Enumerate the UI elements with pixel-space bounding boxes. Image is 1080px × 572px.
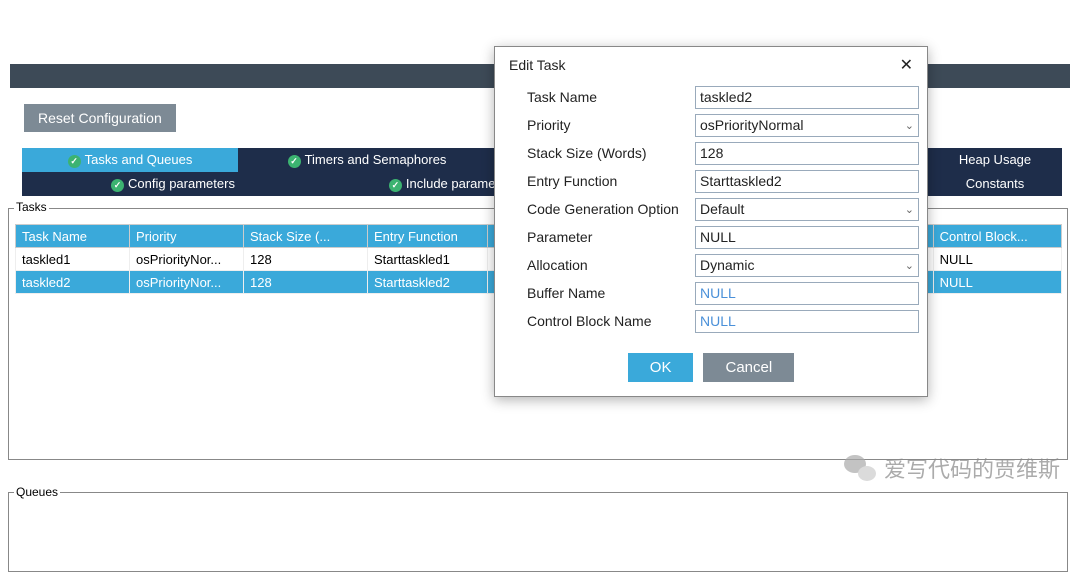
cancel-button[interactable]: Cancel: [703, 353, 794, 382]
tasks-col-header[interactable]: Task Name: [16, 225, 130, 248]
field-row-buffer_name: Buffer Name: [503, 279, 919, 307]
field-row-stack_size: Stack Size (Words): [503, 139, 919, 167]
select-value: Dynamic: [700, 257, 754, 273]
tasks-col-header[interactable]: Control Block...: [933, 225, 1061, 248]
field-label: Buffer Name: [503, 285, 695, 301]
codegen-select[interactable]: Default ⌄: [695, 198, 919, 221]
row2-tab-0[interactable]: ✓ Config parameters: [22, 172, 324, 196]
entry_fn-input[interactable]: [695, 170, 919, 193]
field-label: Task Name: [503, 89, 695, 105]
parameter-input[interactable]: [695, 226, 919, 249]
field-label: Entry Function: [503, 173, 695, 189]
ok-button[interactable]: OK: [628, 353, 694, 382]
field-row-cb_name: Control Block Name: [503, 307, 919, 335]
cb_name-input: [695, 310, 919, 333]
tasks-col-header[interactable]: Priority: [130, 225, 244, 248]
chevron-down-icon: ⌄: [905, 203, 914, 216]
table-cell: 128: [244, 271, 368, 294]
edit-task-dialog: Edit Task ✕ Task NamePriorityosPriorityN…: [494, 46, 928, 397]
table-cell: Starttaskled1: [368, 248, 488, 271]
field-label: Priority: [503, 117, 695, 133]
select-value: osPriorityNormal: [700, 117, 803, 133]
chevron-down-icon: ⌄: [905, 259, 914, 272]
checkmark-icon: ✓: [111, 179, 124, 192]
table-cell: osPriorityNor...: [130, 248, 244, 271]
row1-tab-1[interactable]: ✓ Timers and Semaphores: [238, 148, 496, 172]
field-label: Code Generation Option: [503, 201, 695, 217]
reset-configuration-button[interactable]: Reset Configuration: [24, 104, 176, 132]
field-label: Parameter: [503, 229, 695, 245]
queues-fieldset-label: Queues: [14, 485, 60, 499]
priority-select[interactable]: osPriorityNormal ⌄: [695, 114, 919, 137]
checkmark-icon: ✓: [389, 179, 402, 192]
field-row-codegen: Code Generation Option Default ⌄: [503, 195, 919, 223]
allocation-select[interactable]: Dynamic ⌄: [695, 254, 919, 277]
field-label: Control Block Name: [503, 313, 695, 329]
table-cell: 128: [244, 248, 368, 271]
chevron-down-icon: ⌄: [905, 119, 914, 132]
table-cell: NULL: [933, 248, 1061, 271]
close-icon[interactable]: ✕: [896, 55, 917, 75]
tab-label: Tasks and Queues: [85, 152, 193, 167]
table-cell: taskled1: [16, 248, 130, 271]
select-value: Default: [700, 201, 744, 217]
row2-tab-3[interactable]: Constants: [928, 172, 1062, 196]
field-row-task_name: Task Name: [503, 83, 919, 111]
queues-fieldset: [8, 492, 1068, 572]
task_name-input[interactable]: [695, 86, 919, 109]
tasks-fieldset-label: Tasks: [14, 200, 49, 214]
table-cell: Starttaskled2: [368, 271, 488, 294]
tasks-col-header[interactable]: Entry Function: [368, 225, 488, 248]
row1-tab-0[interactable]: ✓ Tasks and Queues: [22, 148, 238, 172]
tab-label: Config parameters: [128, 176, 235, 191]
dialog-title: Edit Task: [509, 57, 566, 73]
table-cell: NULL: [933, 271, 1061, 294]
tab-label: Constants: [966, 176, 1025, 191]
row1-tab-3[interactable]: Heap Usage: [928, 148, 1062, 172]
table-cell: osPriorityNor...: [130, 271, 244, 294]
field-row-priority: Priority osPriorityNormal ⌄: [503, 111, 919, 139]
checkmark-icon: ✓: [288, 155, 301, 168]
stack_size-input[interactable]: [695, 142, 919, 165]
tab-label: Heap Usage: [959, 152, 1031, 167]
field-row-allocation: Allocation Dynamic ⌄: [503, 251, 919, 279]
tab-label: Timers and Semaphores: [305, 152, 447, 167]
buffer_name-input: [695, 282, 919, 305]
field-row-parameter: Parameter: [503, 223, 919, 251]
table-cell: taskled2: [16, 271, 130, 294]
checkmark-icon: ✓: [68, 155, 81, 168]
tasks-col-header[interactable]: Stack Size (...: [244, 225, 368, 248]
field-label: Stack Size (Words): [503, 145, 695, 161]
dialog-body: Task Name Priority osPriorityNormal ⌄ Stack …: [495, 79, 927, 343]
field-label: Allocation: [503, 257, 695, 273]
field-row-entry_fn: Entry Function: [503, 167, 919, 195]
